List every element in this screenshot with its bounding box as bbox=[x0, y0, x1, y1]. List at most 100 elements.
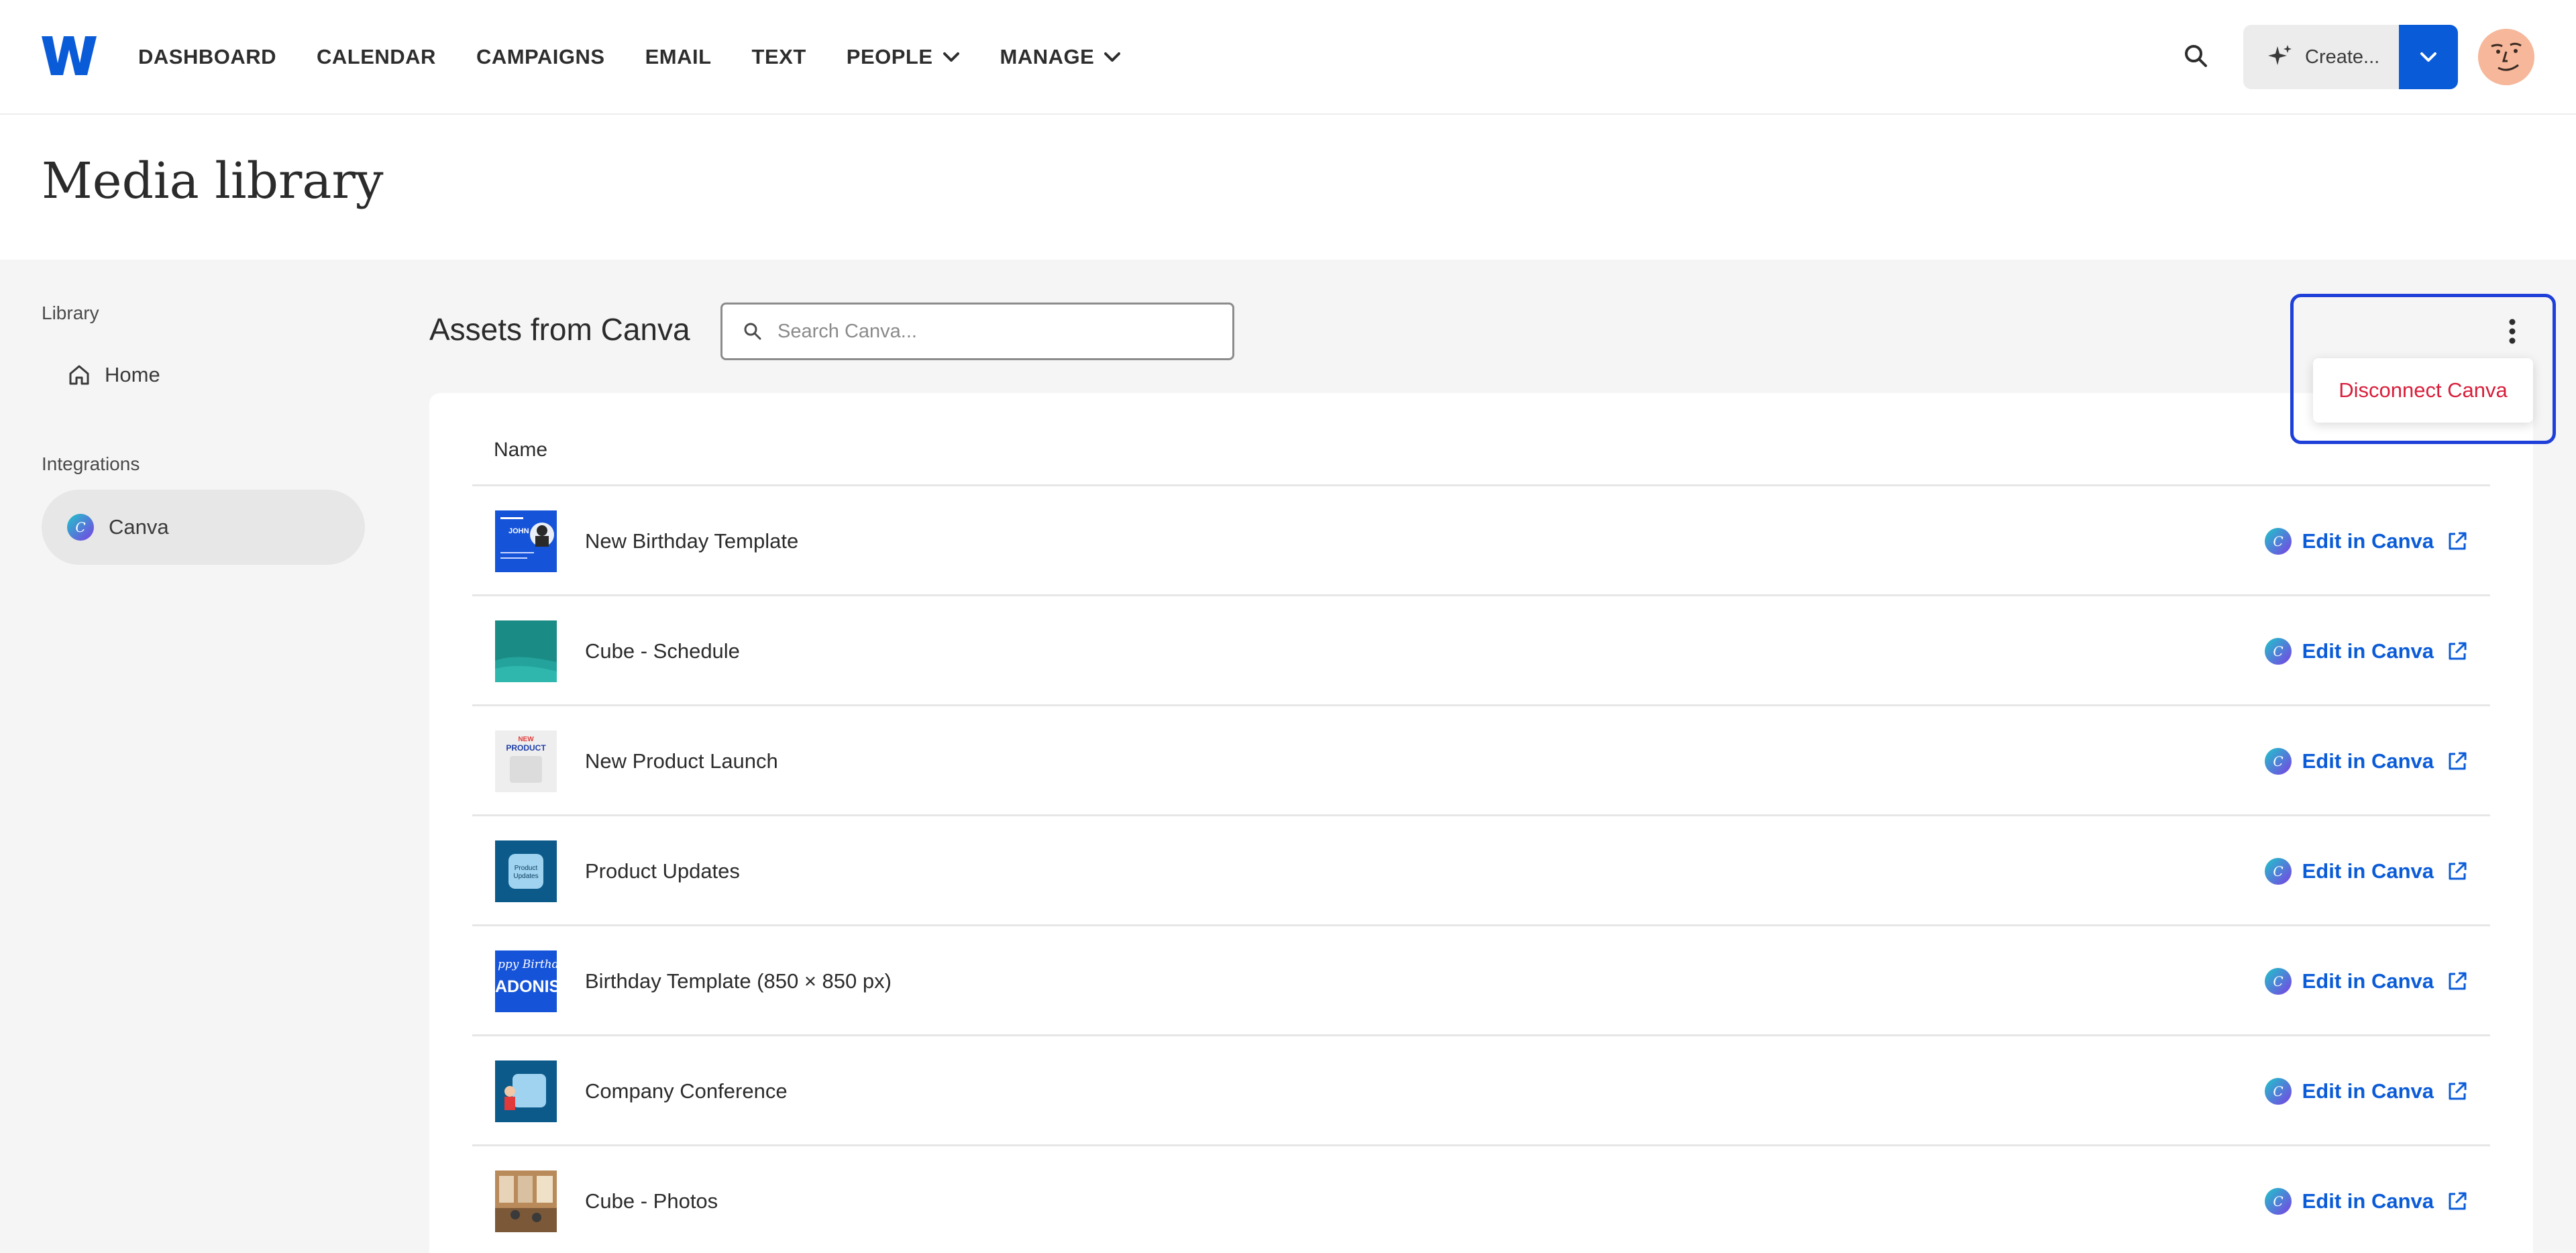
svg-text:C: C bbox=[2273, 643, 2283, 659]
sidebar-item-label: Canva bbox=[109, 515, 169, 539]
nav-label: CALENDAR bbox=[317, 45, 436, 68]
svg-text:C: C bbox=[75, 519, 85, 535]
nav-text[interactable]: TEXT bbox=[752, 45, 806, 69]
edit-in-canva-label: Edit in Canva bbox=[2302, 529, 2434, 553]
canva-icon: C bbox=[2264, 748, 2292, 775]
external-link-icon bbox=[2449, 862, 2467, 880]
avatar-face-icon bbox=[2478, 29, 2534, 85]
nav-email[interactable]: EMAIL bbox=[645, 45, 712, 69]
canva-icon: C bbox=[2264, 528, 2292, 555]
table-row[interactable]: NEW PRODUCT New Product Launch C Edit in Can… bbox=[472, 706, 2490, 816]
svg-text:C: C bbox=[2273, 1193, 2283, 1209]
main-nav: DASHBOARD CALENDAR CAMPAIGNS EMAIL TEXT … bbox=[138, 40, 1161, 74]
svg-text:Updates: Updates bbox=[513, 873, 538, 880]
canva-icon: C bbox=[2264, 968, 2292, 995]
external-link-icon bbox=[2449, 752, 2467, 770]
search-icon[interactable] bbox=[2182, 42, 2211, 71]
sidebar-heading-library: Library bbox=[42, 303, 99, 323]
table-row[interactable]: Company Conference C Edit in Canva bbox=[472, 1036, 2490, 1146]
edit-in-canva-label: Edit in Canva bbox=[2302, 969, 2434, 993]
asset-name: Product Updates bbox=[585, 859, 740, 883]
asset-thumbnail bbox=[495, 1170, 557, 1232]
nav-manage[interactable]: MANAGE bbox=[1000, 45, 1122, 69]
nav-label: DASHBOARD bbox=[138, 45, 276, 68]
asset-thumbnail bbox=[495, 620, 557, 682]
edit-in-canva-link[interactable]: C Edit in Canva bbox=[2264, 1074, 2469, 1109]
edit-in-canva-link[interactable]: C Edit in Canva bbox=[2264, 964, 2469, 999]
page-header: Media library bbox=[0, 115, 2576, 260]
kebab-icon bbox=[2509, 319, 2516, 344]
asset-name: Birthday Template (850 × 850 px) bbox=[585, 969, 892, 993]
edit-in-canva-link[interactable]: C Edit in Canva bbox=[2264, 1184, 2469, 1219]
canva-icon: C bbox=[2264, 1188, 2292, 1215]
user-avatar[interactable] bbox=[2478, 29, 2534, 85]
table-row[interactable]: Product Updates Product Updates C Edit in Ca… bbox=[472, 816, 2490, 926]
edit-in-canva-link[interactable]: C Edit in Canva bbox=[2264, 634, 2469, 669]
brand-logo[interactable] bbox=[42, 34, 97, 78]
search-input[interactable] bbox=[777, 320, 1180, 343]
edit-in-canva-link[interactable]: C Edit in Canva bbox=[2264, 854, 2469, 889]
home-icon bbox=[69, 365, 89, 385]
sidebar-item-canva[interactable]: C Canva bbox=[42, 490, 365, 565]
column-header-name: Name bbox=[494, 439, 548, 461]
canva-icon: C bbox=[67, 514, 94, 541]
asset-thumbnail bbox=[495, 1060, 557, 1122]
create-dropdown-button[interactable] bbox=[2399, 25, 2458, 89]
more-options-button[interactable] bbox=[2497, 314, 2528, 349]
search-field[interactable] bbox=[720, 303, 1234, 360]
canva-icon: C bbox=[2264, 858, 2292, 885]
edit-in-canva-link[interactable]: C Edit in Canva bbox=[2264, 744, 2469, 779]
asset-name: New Birthday Template bbox=[585, 529, 799, 553]
nav-people[interactable]: PEOPLE bbox=[847, 45, 960, 69]
asset-name: New Product Launch bbox=[585, 749, 778, 773]
asset-name: Company Conference bbox=[585, 1079, 788, 1103]
create-button[interactable]: Create... bbox=[2243, 25, 2399, 89]
external-link-icon bbox=[2449, 642, 2467, 660]
edit-in-canva-label: Edit in Canva bbox=[2302, 639, 2434, 663]
page-title: Media library bbox=[42, 152, 384, 210]
top-navigation-bar: DASHBOARD CALENDAR CAMPAIGNS EMAIL TEXT … bbox=[0, 0, 2576, 115]
nav-calendar[interactable]: CALENDAR bbox=[317, 45, 436, 69]
svg-text:C: C bbox=[2273, 973, 2283, 989]
svg-text:C: C bbox=[2273, 863, 2283, 879]
chevron-down-icon bbox=[2420, 52, 2436, 62]
table-row[interactable]: JOHN New Birthday Template C Edit in Canva bbox=[472, 486, 2490, 596]
svg-text:JOHN: JOHN bbox=[508, 527, 529, 535]
search-icon bbox=[744, 323, 761, 340]
edit-in-canva-link[interactable]: C Edit in Canva bbox=[2264, 524, 2469, 559]
external-link-icon bbox=[2449, 532, 2467, 550]
canva-icon: C bbox=[2264, 1078, 2292, 1105]
svg-text:ADONIS: ADONIS bbox=[495, 977, 557, 996]
svg-text:NEW: NEW bbox=[518, 736, 534, 743]
edit-in-canva-label: Edit in Canva bbox=[2302, 1079, 2434, 1103]
svg-text:Product: Product bbox=[515, 865, 538, 872]
table-row[interactable]: Cube - Schedule C Edit in Canva bbox=[472, 596, 2490, 706]
canva-icon: C bbox=[2264, 638, 2292, 665]
svg-text:C: C bbox=[2273, 533, 2283, 549]
asset-name: Cube - Schedule bbox=[585, 639, 740, 663]
assets-table: Name JOHN New Birthday Template C Edit in C… bbox=[429, 393, 2533, 1253]
svg-text:PRODUCT: PRODUCT bbox=[506, 743, 546, 753]
external-link-icon bbox=[2449, 1192, 2467, 1210]
disconnect-canva-menu-item[interactable]: Disconnect Canva bbox=[2313, 358, 2533, 423]
svg-text:C: C bbox=[2273, 753, 2283, 769]
chevron-down-icon bbox=[1104, 52, 1121, 62]
nav-label: CAMPAIGNS bbox=[476, 45, 605, 68]
table-row[interactable]: ppy Birthd ADONIS Birthday Template (850 ×… bbox=[472, 926, 2490, 1036]
sidebar-item-home[interactable]: Home bbox=[42, 337, 365, 413]
svg-text:C: C bbox=[2273, 1083, 2283, 1099]
nav-label: PEOPLE bbox=[846, 45, 933, 68]
chevron-down-icon bbox=[943, 52, 959, 62]
svg-text:ppy Birthd: ppy Birthd bbox=[498, 958, 557, 971]
nav-campaigns[interactable]: CAMPAIGNS bbox=[476, 45, 605, 69]
nav-dashboard[interactable]: DASHBOARD bbox=[138, 45, 276, 69]
sidebar-item-label: Home bbox=[105, 363, 160, 386]
external-link-icon bbox=[2449, 972, 2467, 990]
edit-in-canva-label: Edit in Canva bbox=[2302, 859, 2434, 883]
create-button-label: Create... bbox=[2305, 46, 2380, 68]
sidebar: Library Home Integrations C Canva bbox=[0, 260, 376, 1253]
table-row[interactable]: Cube - Photos C Edit in Canva bbox=[472, 1146, 2490, 1253]
nav-label: TEXT bbox=[751, 45, 806, 68]
asset-thumbnail: NEW PRODUCT bbox=[495, 730, 557, 792]
asset-thumbnail: JOHN bbox=[495, 510, 557, 572]
